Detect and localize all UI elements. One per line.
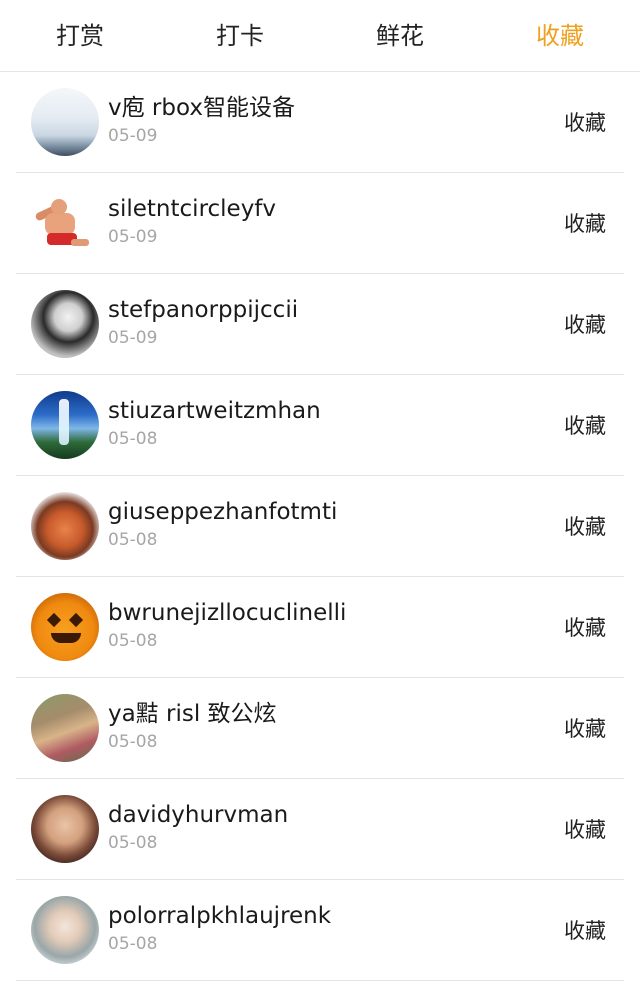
list-item[interactable]: v庖 rbox智能设备 05-09 收藏 <box>16 72 624 173</box>
list-item-info: polorralpkhlaujrenk 05-08 <box>108 901 562 960</box>
list-item-info: stiuzartweitzmhan 05-08 <box>108 396 562 455</box>
user-name: davidyhurvman <box>108 801 289 828</box>
favorite-action[interactable]: 收藏 <box>562 808 608 850</box>
list-item[interactable]: bwrunejizllocuclinelli 05-08 收藏 <box>16 577 624 678</box>
user-name: giuseppezhanfotmti <box>108 498 338 525</box>
user-name: siletntcircleyfv <box>108 195 277 222</box>
avatar[interactable] <box>31 492 99 560</box>
item-date: 05-08 <box>108 630 158 651</box>
item-date: 05-08 <box>108 933 158 954</box>
tab-checkin[interactable]: 打卡 <box>160 0 320 72</box>
avatar[interactable] <box>31 290 99 358</box>
list-item[interactable]: giuseppezhanfotmti 05-08 收藏 <box>16 476 624 577</box>
favorite-action[interactable]: 收藏 <box>562 707 608 749</box>
user-name: polorralpkhlaujrenk <box>108 902 332 929</box>
list-item[interactable]: davidyhurvman 05-08 收藏 <box>16 779 624 880</box>
avatar[interactable] <box>31 189 99 257</box>
user-name: stiuzartweitzmhan <box>108 397 321 424</box>
item-date: 05-09 <box>108 226 158 247</box>
avatar[interactable] <box>31 795 99 863</box>
list-item-info: stefpanorppijccii 05-09 <box>108 295 562 354</box>
item-date: 05-09 <box>108 125 158 146</box>
favorite-action[interactable]: 收藏 <box>562 404 608 446</box>
avatar[interactable] <box>31 896 99 964</box>
user-name: bwrunejizllocuclinelli <box>108 599 347 626</box>
list-item[interactable]: siletntcircleyfv 05-09 收藏 <box>16 173 624 274</box>
avatar[interactable] <box>31 391 99 459</box>
list-item-info: bwrunejizllocuclinelli 05-08 <box>108 598 562 657</box>
favorite-action[interactable]: 收藏 <box>562 101 608 143</box>
avatar[interactable] <box>31 593 99 661</box>
user-name: stefpanorppijccii <box>108 296 299 323</box>
favorite-action[interactable]: 收藏 <box>562 606 608 648</box>
item-date: 05-08 <box>108 832 158 853</box>
tab-favorites[interactable]: 收藏 <box>480 0 640 72</box>
favorite-action[interactable]: 收藏 <box>562 909 608 951</box>
list-item-info: siletntcircleyfv 05-09 <box>108 194 562 253</box>
list-item-info: davidyhurvman 05-08 <box>108 800 562 859</box>
list-item-info: giuseppezhanfotmti 05-08 <box>108 497 562 556</box>
avatar[interactable] <box>31 694 99 762</box>
list-item[interactable]: stiuzartweitzmhan 05-08 收藏 <box>16 375 624 476</box>
list-item-info: ya黠 risl 致公炫 05-08 <box>108 699 562 758</box>
item-date: 05-08 <box>108 428 158 449</box>
list-item-info: v庖 rbox智能设备 05-09 <box>108 93 562 152</box>
favorite-action[interactable]: 收藏 <box>562 202 608 244</box>
item-date: 05-08 <box>108 529 158 550</box>
item-date: 05-09 <box>108 327 158 348</box>
user-name: v庖 rbox智能设备 <box>108 94 295 121</box>
favorite-action[interactable]: 收藏 <box>562 505 608 547</box>
tab-bar: 打赏 打卡 鲜花 收藏 <box>0 0 640 72</box>
list-item[interactable]: stefpanorppijccii 05-09 收藏 <box>16 274 624 375</box>
list-item[interactable]: polorralpkhlaujrenk 05-08 收藏 <box>16 880 624 981</box>
tab-reward[interactable]: 打赏 <box>0 0 160 72</box>
avatar[interactable] <box>31 88 99 156</box>
tab-flowers[interactable]: 鲜花 <box>320 0 480 72</box>
item-date: 05-08 <box>108 731 158 752</box>
list-item[interactable]: ya黠 risl 致公炫 05-08 收藏 <box>16 678 624 779</box>
favorites-list: v庖 rbox智能设备 05-09 收藏 siletntcircleyfv 05… <box>16 72 624 981</box>
favorite-action[interactable]: 收藏 <box>562 303 608 345</box>
user-name: ya黠 risl 致公炫 <box>108 700 277 727</box>
